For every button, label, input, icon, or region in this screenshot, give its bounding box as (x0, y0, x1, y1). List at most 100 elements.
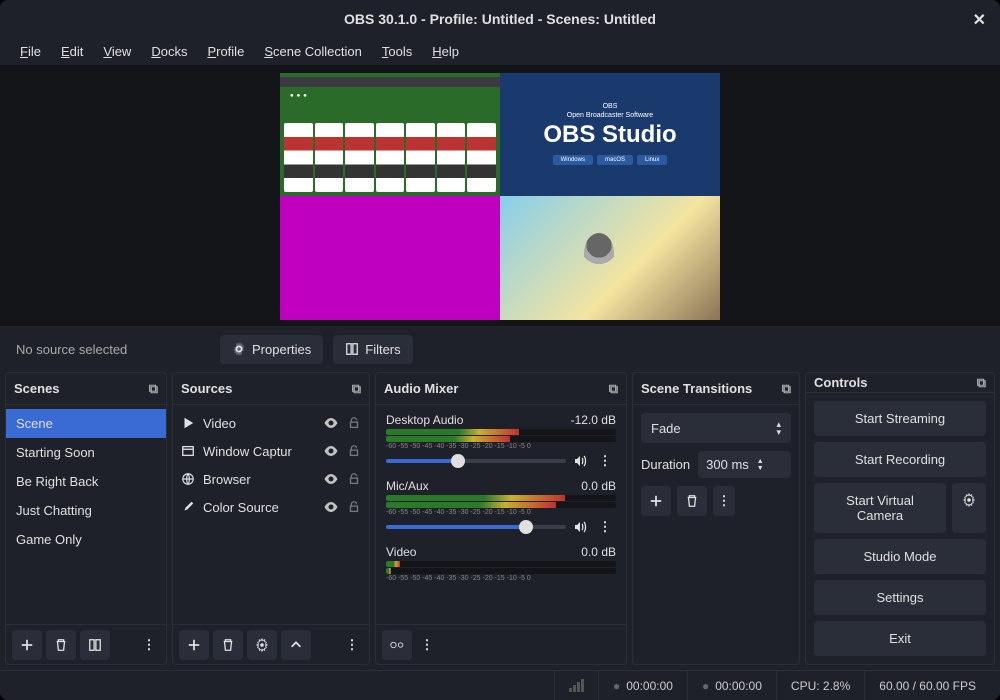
gear-icon (962, 493, 976, 507)
preview-source-browser: OBS Open Broadcaster Software OBS Studio… (500, 73, 720, 197)
move-up-button[interactable] (281, 630, 311, 660)
source-menu-button[interactable]: ⋮ (341, 630, 363, 660)
duration-spinner[interactable]: 300 ms ▲▼ (698, 451, 791, 478)
popout-icon[interactable]: ⧉ (352, 381, 361, 397)
audio-meter (386, 495, 616, 501)
window-icon (181, 444, 195, 458)
remove-source-button[interactable] (213, 630, 243, 660)
titlebar: OBS 30.1.0 - Profile: Untitled - Scenes:… (0, 0, 1000, 38)
window-title: OBS 30.1.0 - Profile: Untitled - Scenes:… (344, 11, 656, 27)
scene-item[interactable]: Be Right Back (6, 467, 166, 496)
menu-tools[interactable]: Tools (372, 40, 422, 63)
studio-mode-button[interactable]: Studio Mode (814, 539, 986, 574)
popout-icon[interactable]: ⧉ (149, 381, 158, 397)
mixer-menu-button[interactable]: ⋮ (416, 630, 438, 660)
lock-toggle[interactable] (347, 444, 361, 458)
mixer-channel: Mic/Aux0.0 dB -60 -55 -50 -45 -40 -35 -3… (376, 475, 626, 541)
preview-area[interactable]: OBS Open Broadcaster Software OBS Studio… (0, 66, 1000, 326)
transitions-title: Scene Transitions (641, 381, 752, 396)
volume-slider[interactable] (386, 525, 566, 529)
exit-button[interactable]: Exit (814, 621, 986, 656)
source-label: Browser (203, 472, 315, 487)
sources-list: VideoWindow Captur Browser Color Source (173, 405, 369, 624)
source-item[interactable]: Window Captur (173, 437, 369, 465)
menu-file[interactable]: File (10, 40, 51, 63)
spinner-arrows-icon[interactable]: ▲▼ (757, 458, 764, 472)
start-streaming-button[interactable]: Start Streaming (814, 401, 986, 436)
source-item[interactable]: Browser (173, 465, 369, 493)
source-item[interactable]: Video (173, 409, 369, 437)
meter-ticks: -60 -55 -50 -45 -40 -35 -30 -25 -20 -15 … (386, 443, 616, 450)
scene-item[interactable]: Starting Soon (6, 438, 166, 467)
volume-slider[interactable] (386, 459, 566, 463)
channel-db: 0.0 dB (581, 545, 616, 559)
lock-toggle[interactable] (347, 416, 361, 430)
mixer-channel: Desktop Audio-12.0 dB -60 -55 -50 -45 -4… (376, 409, 626, 475)
transition-menu-button[interactable]: ⋮ (713, 486, 735, 516)
close-icon[interactable]: ✕ (973, 10, 986, 30)
menu-scene-collection[interactable]: Scene Collection (254, 40, 372, 63)
audio-mixer-panel: Audio Mixer ⧉ Desktop Audio-12.0 dB -60 … (375, 372, 627, 665)
statusbar: ● 00:00:00 ● 00:00:00 CPU: 2.8% 60.00 / … (0, 670, 1000, 700)
preview-source-solitaire (280, 73, 500, 197)
stream-dot-icon: ● (702, 679, 709, 693)
meter-ticks: -60 -55 -50 -45 -40 -35 -30 -25 -20 -15 … (386, 575, 616, 582)
filters-button[interactable]: Filters (333, 335, 412, 364)
remove-transition-button[interactable] (677, 486, 707, 516)
menu-profile[interactable]: Profile (197, 40, 254, 63)
speaker-icon[interactable] (572, 453, 588, 469)
gear-icon (232, 342, 246, 356)
menubar: File Edit View Docks Profile Scene Colle… (0, 38, 1000, 66)
visibility-toggle[interactable] (323, 415, 339, 431)
speaker-icon[interactable] (572, 519, 588, 535)
scene-item[interactable]: Scene (6, 409, 166, 438)
audio-meter (386, 561, 616, 567)
start-recording-button[interactable]: Start Recording (814, 442, 986, 477)
menu-edit[interactable]: Edit (51, 40, 93, 63)
popout-icon[interactable]: ⧉ (609, 381, 618, 397)
visibility-toggle[interactable] (323, 471, 339, 487)
channel-menu-button[interactable]: ⋮ (594, 453, 616, 469)
scene-filter-button[interactable] (80, 630, 110, 660)
channel-name: Desktop Audio (386, 413, 463, 427)
plus-icon (649, 494, 663, 508)
channel-menu-button[interactable]: ⋮ (594, 519, 616, 535)
mixer-title: Audio Mixer (384, 381, 458, 396)
visibility-toggle[interactable] (323, 499, 339, 515)
record-dot-icon: ● (613, 679, 620, 693)
lock-toggle[interactable] (347, 472, 361, 486)
transition-select[interactable]: Fade ▴▾ (641, 413, 791, 443)
sources-panel: Sources ⧉ VideoWindow CapturBrowserColor… (172, 372, 370, 665)
menu-view[interactable]: View (93, 40, 141, 63)
audio-meter (386, 436, 616, 442)
no-source-label: No source selected (10, 342, 210, 357)
audio-meter (386, 429, 616, 435)
start-virtual-camera-button[interactable]: Start Virtual Camera (814, 483, 946, 533)
popout-icon[interactable]: ⧉ (782, 381, 791, 397)
columns-icon (88, 638, 102, 652)
menu-help[interactable]: Help (422, 40, 469, 63)
gear-icon (255, 638, 269, 652)
source-item[interactable]: Color Source (173, 493, 369, 521)
source-properties-button[interactable] (247, 630, 277, 660)
add-source-button[interactable] (179, 630, 209, 660)
virtual-camera-settings-button[interactable] (952, 483, 986, 533)
settings-button[interactable]: Settings (814, 580, 986, 615)
visibility-toggle[interactable] (323, 443, 339, 459)
mixer-settings-button[interactable] (382, 630, 412, 660)
add-scene-button[interactable] (12, 630, 42, 660)
trash-icon (54, 638, 68, 652)
mixer-list: Desktop Audio-12.0 dB -60 -55 -50 -45 -4… (376, 405, 626, 624)
scene-item[interactable]: Just Chatting (6, 496, 166, 525)
popout-icon[interactable]: ⧉ (977, 375, 986, 391)
scene-menu-button[interactable]: ⋮ (138, 630, 160, 660)
lock-toggle[interactable] (347, 500, 361, 514)
menu-docks[interactable]: Docks (141, 40, 197, 63)
add-transition-button[interactable] (641, 486, 671, 516)
preview-source-color (280, 196, 500, 320)
controls-title: Controls (814, 375, 867, 390)
audio-meter (386, 502, 616, 508)
scene-item[interactable]: Game Only (6, 525, 166, 554)
properties-button[interactable]: Properties (220, 335, 323, 364)
remove-scene-button[interactable] (46, 630, 76, 660)
